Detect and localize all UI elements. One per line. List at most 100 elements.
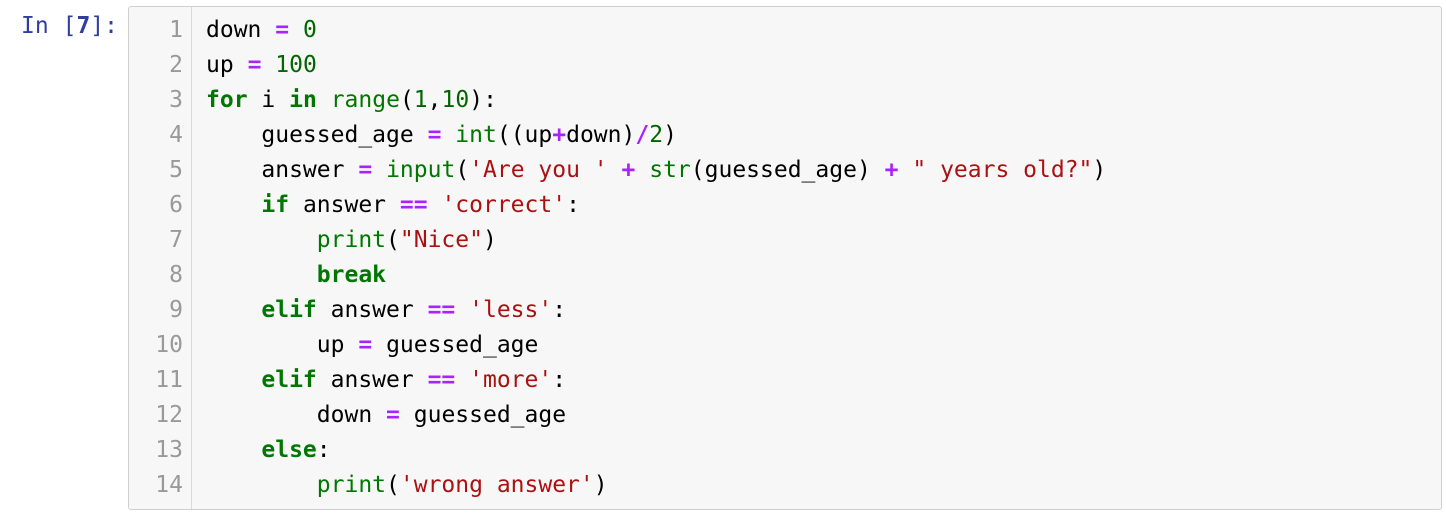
- line-number: 7: [143, 223, 183, 258]
- code-token: [635, 157, 649, 183]
- code-token: [372, 402, 386, 428]
- code-token: else: [261, 437, 316, 463]
- code-token: [206, 472, 317, 498]
- code-token: if: [261, 192, 289, 218]
- cell-prompt: In [7]:: [8, 6, 128, 42]
- code-token: :: [552, 367, 566, 393]
- code-token: ): [483, 227, 497, 253]
- code-token: [899, 157, 913, 183]
- code-token: print: [317, 227, 386, 253]
- code-line[interactable]: down = 0: [206, 13, 1429, 48]
- code-token: up: [206, 52, 234, 78]
- line-number: 9: [143, 293, 183, 328]
- code-token: guessed_age: [386, 332, 538, 358]
- line-number: 5: [143, 153, 183, 188]
- code-token: (: [455, 157, 469, 183]
- code-token: =: [358, 157, 372, 183]
- code-line[interactable]: break: [206, 258, 1429, 293]
- code-token: [206, 297, 261, 323]
- code-line[interactable]: answer = input('Are you ' + str(guessed_…: [206, 153, 1429, 188]
- code-token: [400, 402, 414, 428]
- line-number: 6: [143, 188, 183, 223]
- code-token: 100: [275, 52, 317, 78]
- code-token: =: [358, 332, 372, 358]
- code-token: elif: [261, 297, 316, 323]
- code-token: [455, 297, 469, 323]
- code-line[interactable]: print("Nice"): [206, 223, 1429, 258]
- code-token: [206, 332, 317, 358]
- line-number: 12: [143, 398, 183, 433]
- prompt-label: In: [21, 13, 49, 39]
- code-token: [289, 17, 303, 43]
- code-line[interactable]: for i in range(1,10):: [206, 83, 1429, 118]
- code-line[interactable]: elif answer == 'more':: [206, 363, 1429, 398]
- code-token: elif: [261, 367, 316, 393]
- code-token: print: [317, 472, 386, 498]
- prompt-number: 7: [76, 13, 90, 39]
- code-token: str: [649, 157, 691, 183]
- code-editor[interactable]: down = 0up = 100for i in range(1,10): gu…: [192, 7, 1441, 509]
- code-line[interactable]: up = guessed_age: [206, 328, 1429, 363]
- line-number-gutter: 1234567891011121314: [129, 7, 192, 509]
- code-token: guessed_age: [261, 122, 413, 148]
- code-token: i: [261, 87, 275, 113]
- code-token: ): [1092, 157, 1106, 183]
- code-token: [261, 17, 275, 43]
- code-token: "Nice": [400, 227, 483, 253]
- code-token: 10: [442, 87, 470, 113]
- code-token: [206, 262, 317, 288]
- code-line[interactable]: else:: [206, 433, 1429, 468]
- code-token: ): [594, 472, 608, 498]
- code-token: /: [635, 122, 649, 148]
- code-token: 'wrong answer': [400, 472, 594, 498]
- code-token: [206, 367, 261, 393]
- code-token: up: [317, 332, 345, 358]
- code-token: +: [622, 157, 636, 183]
- line-number: 3: [143, 83, 183, 118]
- code-token: ):: [469, 87, 497, 113]
- code-token: :: [566, 192, 580, 218]
- code-token: input: [386, 157, 455, 183]
- code-token: range: [331, 87, 400, 113]
- code-token: [372, 332, 386, 358]
- line-number: 13: [143, 433, 183, 468]
- code-token: [206, 157, 261, 183]
- code-token: ((up: [497, 122, 552, 148]
- line-number: 8: [143, 258, 183, 293]
- code-line[interactable]: down = guessed_age: [206, 398, 1429, 433]
- line-number: 11: [143, 363, 183, 398]
- code-token: ,: [428, 87, 442, 113]
- code-token: answer: [261, 157, 344, 183]
- code-token: :: [552, 297, 566, 323]
- code-token: ==: [400, 192, 428, 218]
- code-line[interactable]: up = 100: [206, 48, 1429, 83]
- code-token: 'more': [469, 367, 552, 393]
- code-line[interactable]: if answer == 'correct':: [206, 188, 1429, 223]
- code-token: =: [386, 402, 400, 428]
- prompt-close-bracket: ]:: [90, 13, 118, 39]
- code-line[interactable]: print('wrong answer'): [206, 468, 1429, 503]
- code-token: =: [428, 122, 442, 148]
- code-token: [414, 122, 428, 148]
- code-token: ==: [428, 367, 456, 393]
- code-token: [317, 87, 331, 113]
- line-number: 2: [143, 48, 183, 83]
- line-number: 1: [143, 13, 183, 48]
- code-input-area[interactable]: 1234567891011121314 down = 0up = 100for …: [128, 6, 1442, 510]
- code-token: =: [275, 17, 289, 43]
- code-token: :: [317, 437, 331, 463]
- code-token: break: [317, 262, 386, 288]
- code-token: 'less': [469, 297, 552, 323]
- code-token: " years old?": [912, 157, 1092, 183]
- code-token: (: [386, 472, 400, 498]
- code-token: answer: [317, 367, 428, 393]
- code-line[interactable]: guessed_age = int((up+down)/2): [206, 118, 1429, 153]
- code-token: [206, 437, 261, 463]
- code-token: +: [552, 122, 566, 148]
- code-line[interactable]: elif answer == 'less':: [206, 293, 1429, 328]
- code-token: 0: [303, 17, 317, 43]
- prompt-open-bracket: [: [49, 13, 77, 39]
- code-token: [261, 52, 275, 78]
- code-token: [275, 87, 289, 113]
- code-token: [344, 332, 358, 358]
